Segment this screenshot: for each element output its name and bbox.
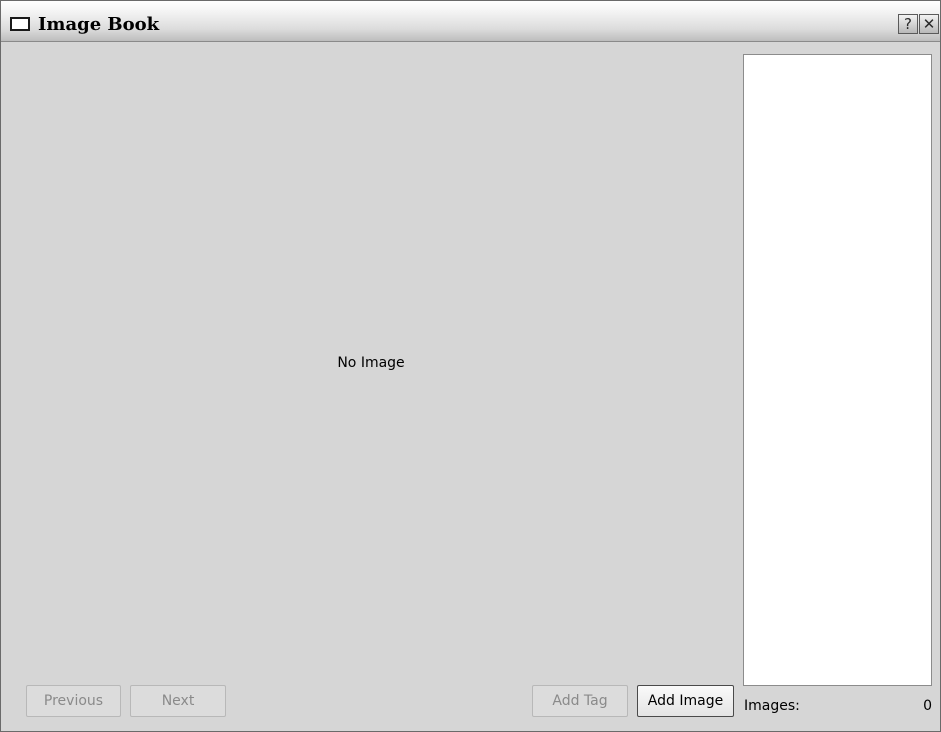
next-button[interactable]: Next (130, 685, 226, 717)
image-display-area: No Image (8, 45, 734, 683)
help-button[interactable]: ? (898, 14, 918, 34)
no-image-label: No Image (337, 355, 405, 371)
window-icon (10, 17, 30, 31)
previous-button[interactable]: Previous (26, 685, 121, 717)
close-icon: ✕ (922, 15, 936, 33)
tag-list[interactable] (743, 54, 932, 686)
title-bar[interactable]: Image Book ? ✕ (1, 1, 940, 42)
help-icon: ? (904, 15, 912, 33)
add-image-button[interactable]: Add Image (637, 685, 734, 717)
window-title: Image Book (38, 14, 160, 35)
main-window: Image Book ? ✕ No Image Previous Next Ad… (0, 0, 941, 732)
images-count-value: 0 (923, 698, 932, 714)
add-tag-button[interactable]: Add Tag (532, 685, 628, 717)
close-button[interactable]: ✕ (919, 14, 939, 34)
images-count-label: Images: (744, 698, 800, 714)
